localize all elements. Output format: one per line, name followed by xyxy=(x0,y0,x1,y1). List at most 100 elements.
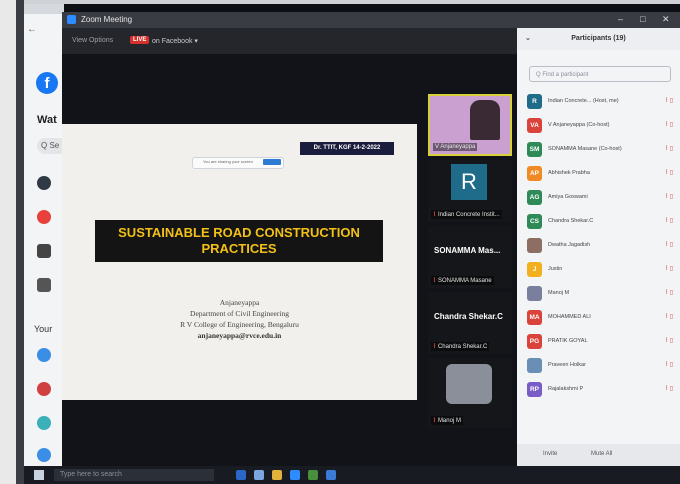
zoom-window: Zoom Meeting – □ ✕ View Options LIVE on … xyxy=(62,12,680,466)
background-browser: ← f Wat Q Se Your xyxy=(24,4,64,466)
avatar: SM xyxy=(527,142,542,157)
slide-department: Department of Civil Engineering xyxy=(190,309,289,318)
task-view-icon[interactable] xyxy=(236,470,246,480)
slide-title: SUSTAINABLE ROAD CONSTRUCTION PRACTICES xyxy=(95,220,383,262)
participant-row[interactable]: AP Abhishek Prabha ⌇ ▯ xyxy=(527,166,677,182)
section-label: Your xyxy=(34,324,53,334)
participants-header: ⌄ Participants (19) xyxy=(517,28,680,50)
invite-button[interactable]: Invite xyxy=(543,451,557,457)
zoom-taskbar-icon[interactable] xyxy=(290,470,300,480)
avatar: J xyxy=(527,262,542,277)
participant-name: Indian Concrete... (Host, me) xyxy=(548,98,619,104)
close-button[interactable]: ✕ xyxy=(662,14,670,25)
chevron-down-icon[interactable]: ⌄ xyxy=(525,28,531,50)
avatar: R xyxy=(527,94,542,109)
browser-tab[interactable] xyxy=(24,4,64,14)
muted-mic-icon[interactable]: ⌇ ▯ xyxy=(665,193,673,200)
muted-mic-icon[interactable]: ⌇ ▯ xyxy=(665,145,673,152)
muted-mic-icon[interactable]: ⌇ ▯ xyxy=(665,169,673,176)
meeting-stage: View Options LIVE on Facebook ▾ Dr. TTIT… xyxy=(62,28,517,466)
news-icon[interactable] xyxy=(37,382,51,396)
muted-mic-icon[interactable]: ⌇ ▯ xyxy=(665,361,673,368)
video-icon[interactable] xyxy=(37,348,51,362)
participant-name: Abhishek Prabha xyxy=(548,170,590,176)
shows-icon[interactable] xyxy=(37,278,51,292)
minimize-button[interactable]: – xyxy=(618,14,623,24)
muted-mic-icon[interactable]: ⌇ ▯ xyxy=(665,289,673,296)
video-tile[interactable]: ⌇ Manoj M xyxy=(428,358,512,428)
muted-mic-icon[interactable]: ⌇ ▯ xyxy=(665,337,673,344)
mail-icon[interactable] xyxy=(326,470,336,480)
view-bar: View Options LIVE on Facebook ▾ xyxy=(62,28,517,54)
search-input[interactable]: Q Se xyxy=(37,138,64,154)
slide-email: anjaneyappa@rvce.edu.in xyxy=(197,331,282,340)
screen-share-bar[interactable]: You are sharing your screen xyxy=(192,157,284,169)
slide-college: R V College of Engineering, Bengaluru xyxy=(180,320,299,329)
video-tile-name: Manoj M xyxy=(437,418,461,424)
muted-mic-icon[interactable]: ⌇ ▯ xyxy=(665,313,673,320)
muted-mic-icon[interactable]: ⌇ ▯ xyxy=(665,121,673,128)
speaker-silhouette xyxy=(470,100,500,140)
participant-search-input[interactable]: Q Find a participant xyxy=(529,66,671,82)
mute-all-button[interactable]: Mute All xyxy=(591,451,612,457)
page-heading: Wat xyxy=(37,114,57,126)
participant-row[interactable]: PG PRATIK GOYAL ⌇ ▯ xyxy=(527,334,677,350)
participant-row[interactable]: RP Rajalakshmi P ⌇ ▯ xyxy=(527,382,677,398)
avatar: RP xyxy=(527,382,542,397)
avatar xyxy=(527,358,542,373)
folder-icon[interactable] xyxy=(272,470,282,480)
participant-row[interactable]: R Indian Concrete... (Host, me) ⌇ ▯ xyxy=(527,94,677,110)
live-on-dropdown[interactable]: on Facebook ▾ xyxy=(152,37,198,45)
participant-row[interactable]: Praveen Holkar ⌇ ▯ xyxy=(527,358,677,374)
group-icon[interactable] xyxy=(37,416,51,430)
video-tile-name: Chandra Shekar.C xyxy=(437,344,488,350)
avatar: PG xyxy=(527,334,542,349)
participants-title: Participants (19) xyxy=(571,35,626,42)
muted-mic-icon[interactable]: ⌇ ▯ xyxy=(665,217,673,224)
participant-name: Dwatha Jagadish xyxy=(548,242,591,248)
maximize-button[interactable]: □ xyxy=(640,14,645,24)
muted-mic-icon[interactable]: ⌇ ▯ xyxy=(665,97,673,104)
participant-row[interactable]: Dwatha Jagadish ⌇ ▯ xyxy=(527,238,677,254)
video-tile[interactable]: V Anjaneyappa xyxy=(428,94,512,156)
avatar: CS xyxy=(527,214,542,229)
muted-mic-icon[interactable]: ⌇ ▯ xyxy=(665,265,673,272)
view-options-button[interactable]: View Options xyxy=(72,37,113,44)
muted-mic-icon[interactable]: ⌇ ▯ xyxy=(665,385,673,392)
participant-row[interactable]: MA MOHAMMED ALI ⌇ ▯ xyxy=(527,310,677,326)
avatar xyxy=(527,238,542,253)
participant-row[interactable]: VA V Anjaneyappa (Co-host) ⌇ ▯ xyxy=(527,118,677,134)
participant-row[interactable]: CS Chandra Shekar.C ⌇ ▯ xyxy=(527,214,677,230)
muted-mic-icon: ⌇ xyxy=(433,212,436,218)
drop-icon[interactable] xyxy=(37,448,51,462)
video-tile[interactable]: Chandra Shekar.C ⌇ Chandra Shekar.C xyxy=(428,292,512,354)
participant-name: Praveen Holkar xyxy=(548,362,586,368)
participant-row[interactable]: Manoj M ⌇ ▯ xyxy=(527,286,677,302)
participant-row[interactable]: SM SONAMMA Masane (Co-host) ⌇ ▯ xyxy=(527,142,677,158)
saved-icon[interactable] xyxy=(37,244,51,258)
participant-row[interactable]: J Justin ⌇ ▯ xyxy=(527,262,677,278)
watch-icon[interactable] xyxy=(37,176,51,190)
participant-photo xyxy=(446,364,492,404)
taskbar-search-input[interactable]: Type here to search xyxy=(54,469,214,481)
avatar: AP xyxy=(527,166,542,181)
video-display-name: SONAMMA Mas... xyxy=(434,246,501,255)
chrome-icon[interactable] xyxy=(308,470,318,480)
participant-row[interactable]: AG Amiya Goswami ⌇ ▯ xyxy=(527,190,677,206)
participant-name: MOHAMMED ALI xyxy=(548,314,591,320)
slide-author: Anjaneyappa xyxy=(219,298,260,307)
avatar xyxy=(527,286,542,301)
video-tile-name: SONAMMA Masane xyxy=(437,278,492,284)
windows-start-icon[interactable] xyxy=(34,470,44,480)
video-tile[interactable]: SONAMMA Mas... ⌇ SONAMMA Masane xyxy=(428,226,512,288)
video-tile[interactable]: R ⌇ Indian Concrete Instit... xyxy=(428,160,512,222)
live-icon[interactable] xyxy=(37,210,51,224)
live-badge[interactable]: LIVE xyxy=(130,36,150,44)
facebook-logo-icon[interactable]: f xyxy=(36,72,58,94)
title-bar: Zoom Meeting – □ ✕ xyxy=(62,12,680,28)
stop-share-button[interactable] xyxy=(263,159,281,165)
back-arrow-icon[interactable]: ← xyxy=(27,24,37,35)
edge-icon[interactable] xyxy=(254,470,264,480)
muted-mic-icon[interactable]: ⌇ ▯ xyxy=(665,241,673,248)
muted-mic-icon: ⌇ xyxy=(433,344,436,350)
